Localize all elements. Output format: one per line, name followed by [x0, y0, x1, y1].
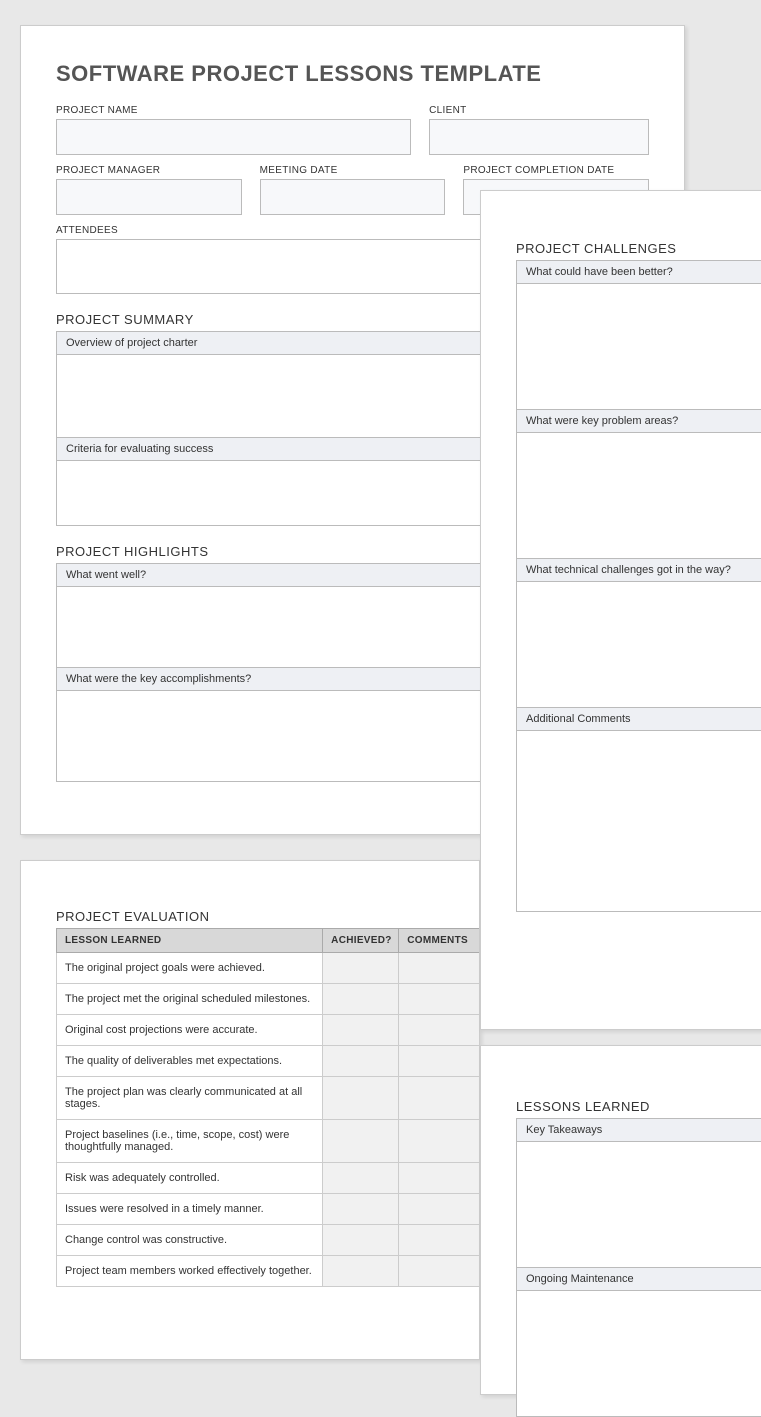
lessons-item-0: Key Takeaways — [516, 1118, 761, 1268]
label-client: CLIENT — [429, 105, 649, 116]
eval-cell-comments[interactable] — [399, 1225, 479, 1256]
challenges-body-3[interactable] — [517, 731, 761, 911]
eval-cell-comments[interactable] — [399, 1194, 479, 1225]
label-completion-date: PROJECT COMPLETION DATE — [463, 165, 649, 176]
eval-col-comments: COMMENTS — [399, 929, 479, 953]
eval-cell-comments[interactable] — [399, 984, 479, 1015]
input-project-manager[interactable] — [56, 179, 242, 215]
challenges-item-0: What could have been better? — [516, 260, 761, 410]
table-row: The quality of deliverables met expectat… — [57, 1046, 480, 1077]
table-row: The original project goals were achieved… — [57, 953, 480, 984]
table-row: Issues were resolved in a timely manner. — [57, 1194, 480, 1225]
page-2: PROJECT CHALLENGES What could have been … — [480, 190, 761, 1030]
challenges-item-2: What technical challenges got in the way… — [516, 558, 761, 708]
label-meeting-date: MEETING DATE — [260, 165, 446, 176]
eval-cell-achieved[interactable] — [323, 984, 399, 1015]
section-title-evaluation: PROJECT EVALUATION — [56, 909, 479, 924]
eval-cell-lesson: The project plan was clearly communicate… — [57, 1077, 323, 1120]
eval-cell-lesson: Change control was constructive. — [57, 1225, 323, 1256]
eval-cell-achieved[interactable] — [323, 1046, 399, 1077]
eval-cell-achieved[interactable] — [323, 1163, 399, 1194]
table-row: Original cost projections were accurate. — [57, 1015, 480, 1046]
eval-cell-lesson: Project baselines (i.e., time, scope, co… — [57, 1120, 323, 1163]
challenges-header-3: Additional Comments — [517, 708, 761, 731]
lessons-item-1: Ongoing Maintenance — [516, 1267, 761, 1417]
eval-cell-comments[interactable] — [399, 1077, 479, 1120]
document-title: SOFTWARE PROJECT LESSONS TEMPLATE — [56, 61, 649, 87]
lessons-header-1: Ongoing Maintenance — [517, 1268, 761, 1291]
eval-cell-comments[interactable] — [399, 1015, 479, 1046]
eval-cell-comments[interactable] — [399, 1046, 479, 1077]
table-row: Project baselines (i.e., time, scope, co… — [57, 1120, 480, 1163]
lessons-body-1[interactable] — [517, 1291, 761, 1416]
eval-cell-lesson: Original cost projections were accurate. — [57, 1015, 323, 1046]
evaluation-table: LESSON LEARNED ACHIEVED? COMMENTS The or… — [56, 928, 479, 1287]
eval-cell-achieved[interactable] — [323, 1194, 399, 1225]
table-row: Risk was adequately controlled. — [57, 1163, 480, 1194]
eval-cell-lesson: The original project goals were achieved… — [57, 953, 323, 984]
challenges-body-2[interactable] — [517, 582, 761, 707]
eval-cell-comments[interactable] — [399, 1163, 479, 1194]
lessons-body-0[interactable] — [517, 1142, 761, 1267]
eval-col-achieved: ACHIEVED? — [323, 929, 399, 953]
eval-cell-achieved[interactable] — [323, 953, 399, 984]
eval-cell-comments[interactable] — [399, 1120, 479, 1163]
challenges-header-2: What technical challenges got in the way… — [517, 559, 761, 582]
eval-cell-achieved[interactable] — [323, 1256, 399, 1287]
table-row: Project team members worked effectively … — [57, 1256, 480, 1287]
eval-cell-comments[interactable] — [399, 1256, 479, 1287]
table-row: The project plan was clearly communicate… — [57, 1077, 480, 1120]
challenges-body-0[interactable] — [517, 284, 761, 409]
eval-col-lesson: LESSON LEARNED — [57, 929, 323, 953]
challenges-item-3: Additional Comments — [516, 707, 761, 912]
input-project-name[interactable] — [56, 119, 411, 155]
table-row: Change control was constructive. — [57, 1225, 480, 1256]
challenges-item-1: What were key problem areas? — [516, 409, 761, 559]
eval-cell-achieved[interactable] — [323, 1120, 399, 1163]
label-project-name: PROJECT NAME — [56, 105, 411, 116]
eval-cell-achieved[interactable] — [323, 1077, 399, 1120]
label-project-manager: PROJECT MANAGER — [56, 165, 242, 176]
section-title-lessons: LESSONS LEARNED — [516, 1099, 761, 1114]
evaluation-tbody: The original project goals were achieved… — [57, 953, 480, 1287]
lessons-header-0: Key Takeaways — [517, 1119, 761, 1142]
eval-cell-lesson: The quality of deliverables met expectat… — [57, 1046, 323, 1077]
eval-cell-lesson: Project team members worked effectively … — [57, 1256, 323, 1287]
input-client[interactable] — [429, 119, 649, 155]
challenges-header-1: What were key problem areas? — [517, 410, 761, 433]
table-row: The project met the original scheduled m… — [57, 984, 480, 1015]
page-3: PROJECT EVALUATION LESSON LEARNED ACHIEV… — [20, 860, 480, 1360]
eval-cell-lesson: Risk was adequately controlled. — [57, 1163, 323, 1194]
eval-cell-achieved[interactable] — [323, 1015, 399, 1046]
eval-cell-comments[interactable] — [399, 953, 479, 984]
eval-cell-lesson: Issues were resolved in a timely manner. — [57, 1194, 323, 1225]
section-title-challenges: PROJECT CHALLENGES — [516, 241, 761, 256]
eval-cell-lesson: The project met the original scheduled m… — [57, 984, 323, 1015]
challenges-header-0: What could have been better? — [517, 261, 761, 284]
eval-cell-achieved[interactable] — [323, 1225, 399, 1256]
input-meeting-date[interactable] — [260, 179, 446, 215]
challenges-body-1[interactable] — [517, 433, 761, 558]
